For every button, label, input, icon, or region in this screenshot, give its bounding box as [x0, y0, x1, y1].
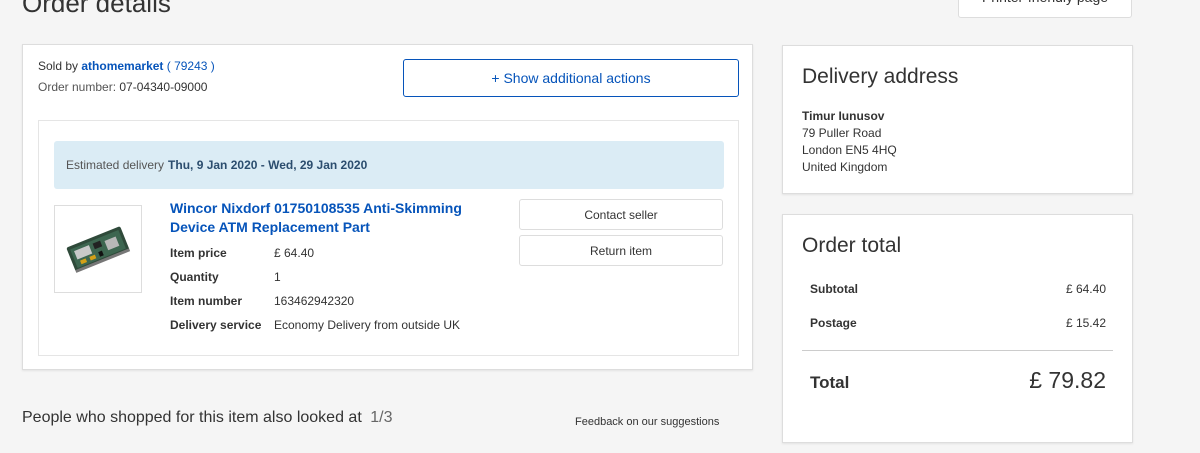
order-total-card: Order total Subtotal £ 64.40 Postage £ 1…: [782, 214, 1133, 443]
address-line: 79 Puller Road: [802, 126, 882, 140]
postage-label: Postage: [810, 316, 857, 330]
detail-label: Quantity: [170, 270, 219, 284]
detail-label: Item number: [170, 294, 243, 308]
detail-label: Item price: [170, 246, 227, 260]
detail-value: 163462942320: [274, 294, 355, 308]
item-thumbnail[interactable]: [54, 205, 142, 293]
page-title: Order details: [22, 0, 171, 18]
contact-seller-button[interactable]: Contact seller: [519, 199, 723, 230]
total-label: Total: [810, 373, 850, 392]
total-value: £ 79.82: [1029, 367, 1106, 393]
totals-divider: [802, 350, 1113, 351]
item-title-link[interactable]: Wincor Nixdorf 01750108535 Anti-Skimming…: [170, 199, 510, 237]
printer-friendly-button[interactable]: Printer-friendly page: [958, 0, 1132, 18]
estimated-delivery-banner: Estimated delivery Thu, 9 Jan 2020 - Wed…: [54, 141, 724, 189]
recipient-name: Timur Iunusov: [802, 109, 885, 123]
subtotal-value: £ 64.40: [1065, 282, 1106, 296]
detail-value: £ 64.40: [274, 246, 315, 260]
address-line: London EN5 4HQ: [802, 143, 897, 157]
seller-line: Sold by athomemarket ( 79243 ): [38, 59, 215, 73]
suggestions-title: People who shopped for this item also lo…: [22, 409, 362, 426]
address-lines: Timur Iunusov 79 Puller Road London EN5 …: [802, 108, 897, 176]
delivery-address-card: Delivery address Timur Iunusov 79 Puller…: [782, 45, 1133, 194]
feedback-suggestions-link[interactable]: Feedback on our suggestions: [575, 416, 719, 428]
estimated-delivery-dates: Thu, 9 Jan 2020 - Wed, 29 Jan 2020: [168, 158, 368, 172]
return-item-button[interactable]: Return item: [519, 235, 723, 266]
sold-by-label: Sold by: [38, 59, 79, 73]
detail-value: Economy Delivery from outside UK: [274, 318, 461, 332]
order-item: Estimated delivery Thu, 9 Jan 2020 - Wed…: [38, 120, 739, 356]
seller-name-link[interactable]: athomemarket: [81, 59, 163, 73]
order-card: Sold by athomemarket ( 79243 ) Order num…: [22, 44, 753, 370]
delivery-address-heading: Delivery address: [802, 65, 959, 88]
detail-label: Delivery service: [170, 318, 262, 332]
order-number-label: Order number:: [38, 80, 117, 94]
seller-feedback-score[interactable]: ( 79243 ): [167, 59, 215, 73]
address-line: United Kingdom: [802, 160, 888, 174]
circuit-board-icon: [66, 226, 131, 273]
subtotal-label: Subtotal: [810, 282, 858, 296]
order-number-line: Order number: 07-04340-09000: [38, 80, 207, 94]
detail-value: 1: [274, 270, 281, 284]
suggestions-heading: People who shopped for this item also lo…: [22, 409, 392, 427]
show-additional-actions-button[interactable]: + Show additional actions: [403, 59, 739, 97]
estimated-delivery-label: Estimated delivery: [66, 158, 165, 172]
order-number-value: 07-04340-09000: [119, 80, 208, 94]
order-total-heading: Order total: [802, 234, 902, 257]
postage-value: £ 15.42: [1065, 316, 1106, 330]
suggestions-page-indicator: 1/3: [370, 409, 393, 426]
